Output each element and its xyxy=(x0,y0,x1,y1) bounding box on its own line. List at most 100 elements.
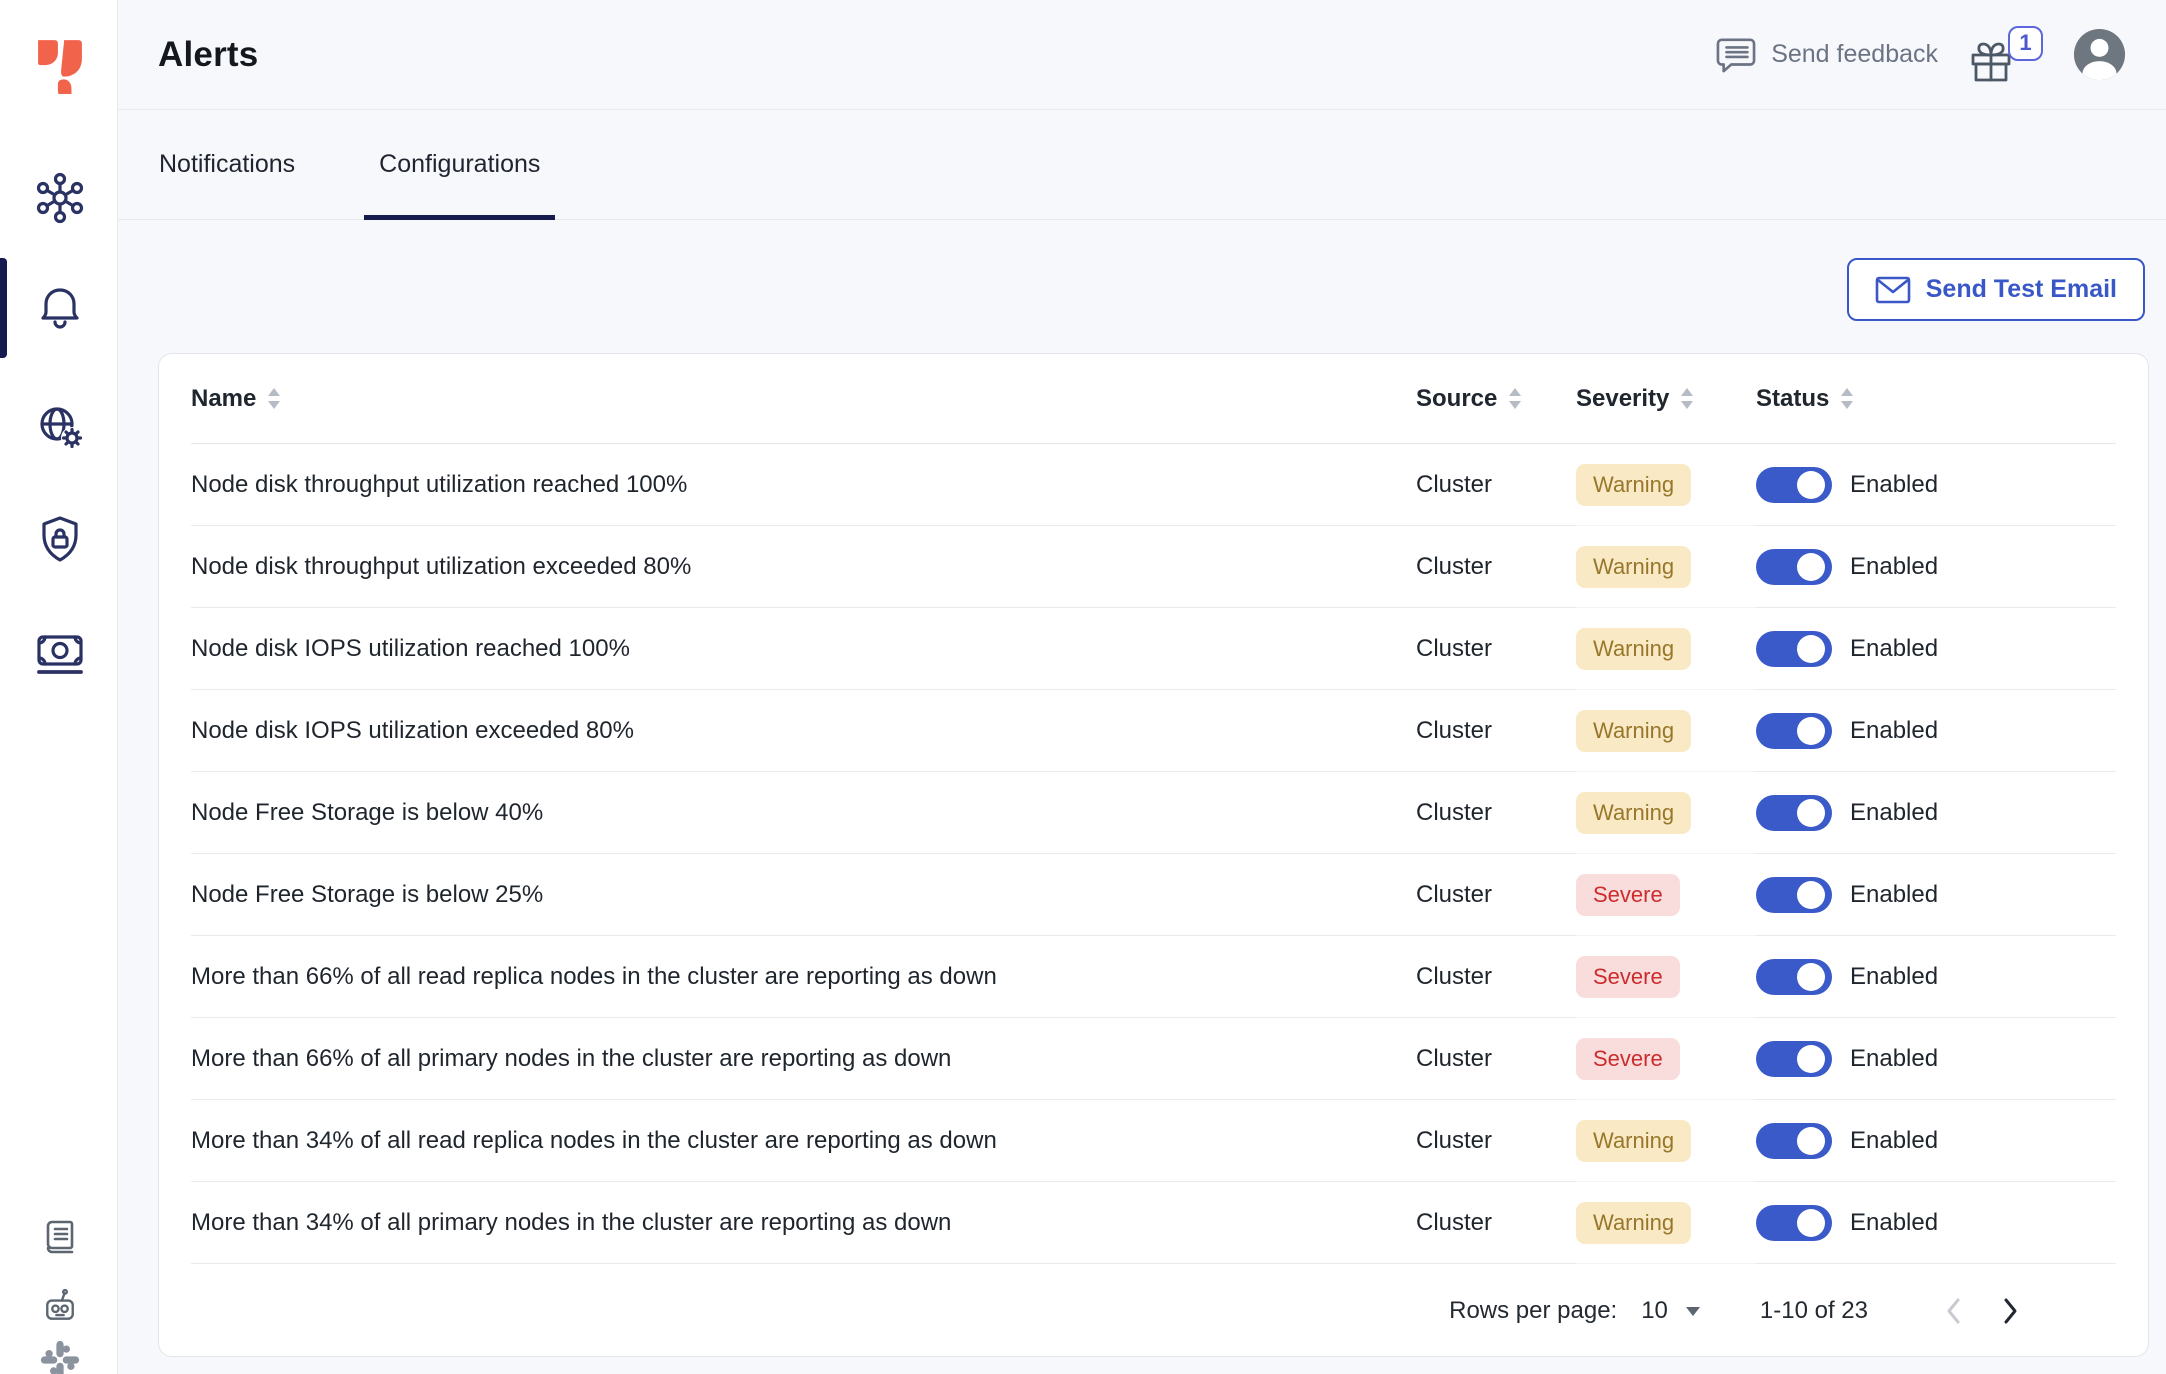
table-row[interactable]: More than 34% of all read replica nodes … xyxy=(159,1100,2148,1182)
severity-cell: Warning xyxy=(1576,608,1756,690)
alert-name: Node Free Storage is below 25% xyxy=(191,854,1416,936)
slack-icon xyxy=(40,1340,80,1374)
toggle-knob xyxy=(1797,552,1825,581)
status-toggle[interactable] xyxy=(1756,958,1832,995)
table-row[interactable]: Node disk IOPS utilization reached 100% … xyxy=(159,608,2148,690)
status-toggle[interactable] xyxy=(1756,1122,1832,1159)
send-test-email-button[interactable]: Send Test Email xyxy=(1846,258,2145,321)
whats-new-button[interactable]: 1 xyxy=(1968,25,2043,84)
next-page-button[interactable] xyxy=(1982,1283,2038,1339)
sort-icon xyxy=(1509,387,1522,409)
severity-cell: Warning xyxy=(1576,526,1756,608)
security-shield-icon xyxy=(42,516,78,562)
chevron-right-icon xyxy=(2004,1298,2017,1323)
severity-badge: Warning xyxy=(1576,627,1692,670)
table-row[interactable]: More than 34% of all primary nodes in th… xyxy=(159,1182,2148,1264)
user-avatar[interactable] xyxy=(2073,28,2126,81)
table-row[interactable]: Node Free Storage is below 25% Cluster S… xyxy=(159,854,2148,936)
alert-source: Cluster xyxy=(1416,608,1576,690)
sort-icon xyxy=(1681,387,1694,409)
table-header-row: Name Source Severity Status xyxy=(159,354,2148,444)
sort-icon xyxy=(268,387,281,409)
toolbar: Send Test Email xyxy=(118,220,2166,353)
alert-source: Cluster xyxy=(1416,526,1576,608)
send-feedback-label: Send feedback xyxy=(1771,40,1938,68)
alert-name: Node disk throughput utilization exceede… xyxy=(191,526,1416,608)
alert-source: Cluster xyxy=(1416,772,1576,854)
alert-source: Cluster xyxy=(1416,1018,1576,1100)
sidebar-item-security[interactable] xyxy=(34,513,86,565)
severity-badge: Warning xyxy=(1576,1201,1692,1244)
status-toggle[interactable] xyxy=(1756,1040,1832,1077)
sidebar-item-clusters[interactable] xyxy=(34,172,86,224)
table-row[interactable]: Node disk IOPS utilization exceeded 80% … xyxy=(159,690,2148,772)
send-test-email-label: Send Test Email xyxy=(1925,275,2117,303)
status-toggle[interactable] xyxy=(1756,712,1832,749)
severity-cell: Severe xyxy=(1576,1018,1756,1100)
severity-badge: Warning xyxy=(1576,545,1692,588)
severity-cell: Severe xyxy=(1576,936,1756,1018)
severity-cell: Warning xyxy=(1576,444,1756,526)
status-cell: Enabled xyxy=(1756,772,2116,854)
table-row[interactable]: Node Free Storage is below 40% Cluster W… xyxy=(159,772,2148,854)
status-toggle[interactable] xyxy=(1756,1204,1832,1241)
alert-name: More than 34% of all primary nodes in th… xyxy=(191,1182,1416,1264)
status-label: Enabled xyxy=(1850,1044,1939,1072)
status-toggle[interactable] xyxy=(1756,794,1832,831)
tab-notifications[interactable]: Notifications xyxy=(144,110,310,219)
page-title: Alerts xyxy=(158,34,259,74)
billing-icon xyxy=(37,635,83,674)
alert-source: Cluster xyxy=(1416,1182,1576,1264)
status-toggle[interactable] xyxy=(1756,876,1832,913)
sidebar-item-network[interactable] xyxy=(34,400,86,452)
alert-name: More than 34% of all read replica nodes … xyxy=(191,1100,1416,1182)
column-header-name[interactable]: Name xyxy=(191,354,1416,444)
column-header-severity[interactable]: Severity xyxy=(1576,354,1756,444)
alert-source: Cluster xyxy=(1416,1100,1576,1182)
previous-page-button[interactable] xyxy=(1926,1283,1982,1339)
alert-name: Node disk IOPS utilization exceeded 80% xyxy=(191,690,1416,772)
toggle-knob xyxy=(1797,470,1825,499)
alert-name: Node Free Storage is below 40% xyxy=(191,772,1416,854)
alert-source: Cluster xyxy=(1416,936,1576,1018)
status-cell: Enabled xyxy=(1756,854,2116,936)
column-header-source[interactable]: Source xyxy=(1416,354,1576,444)
status-toggle[interactable] xyxy=(1756,630,1832,667)
rows-per-page-label: Rows per page: xyxy=(1449,1296,1618,1324)
tab-configurations[interactable]: Configurations xyxy=(364,110,556,220)
yugabyte-logo[interactable] xyxy=(36,38,84,101)
status-cell: Enabled xyxy=(1756,444,2116,526)
sidebar-item-billing[interactable] xyxy=(34,627,86,679)
yugabyte-logo-icon xyxy=(38,40,82,101)
sidebar-item-alerts[interactable] xyxy=(34,282,86,334)
severity-cell: Warning xyxy=(1576,1100,1756,1182)
sidebar-item-docs[interactable] xyxy=(40,1218,80,1258)
table-row[interactable]: Node disk throughput utilization exceede… xyxy=(159,526,2148,608)
sidebar-item-chatbot[interactable] xyxy=(40,1286,80,1326)
table-row[interactable]: More than 66% of all read replica nodes … xyxy=(159,936,2148,1018)
chevron-down-icon xyxy=(1685,1306,1700,1316)
feedback-bubble-icon xyxy=(1716,37,1756,72)
status-toggle[interactable] xyxy=(1756,466,1832,503)
alerts-bell-icon xyxy=(41,288,79,329)
send-feedback-button[interactable]: Send feedback xyxy=(1715,36,1938,74)
pagination-range: 1-10 of 23 xyxy=(1759,1296,1868,1324)
status-toggle[interactable] xyxy=(1756,548,1832,585)
status-label: Enabled xyxy=(1850,1208,1939,1236)
rows-per-page-select[interactable]: 10 xyxy=(1641,1297,1702,1325)
status-cell: Enabled xyxy=(1756,1100,2116,1182)
severity-badge: Severe xyxy=(1576,955,1680,998)
top-header: Alerts Send feedback 1 xyxy=(118,0,2166,110)
table-row[interactable]: Node disk throughput utilization reached… xyxy=(159,444,2148,526)
toggle-knob xyxy=(1797,1208,1825,1237)
tab-bar: Notifications Configurations xyxy=(118,110,2166,220)
toggle-knob xyxy=(1797,798,1825,827)
alert-name: Node disk IOPS utilization reached 100% xyxy=(191,608,1416,690)
status-label: Enabled xyxy=(1850,880,1939,908)
table-row[interactable]: More than 66% of all primary nodes in th… xyxy=(159,1018,2148,1100)
sidebar-item-slack[interactable] xyxy=(40,1340,80,1374)
status-cell: Enabled xyxy=(1756,690,2116,772)
avatar-icon xyxy=(2073,28,2126,81)
column-header-status[interactable]: Status xyxy=(1756,354,2116,444)
alert-name: More than 66% of all read replica nodes … xyxy=(191,936,1416,1018)
